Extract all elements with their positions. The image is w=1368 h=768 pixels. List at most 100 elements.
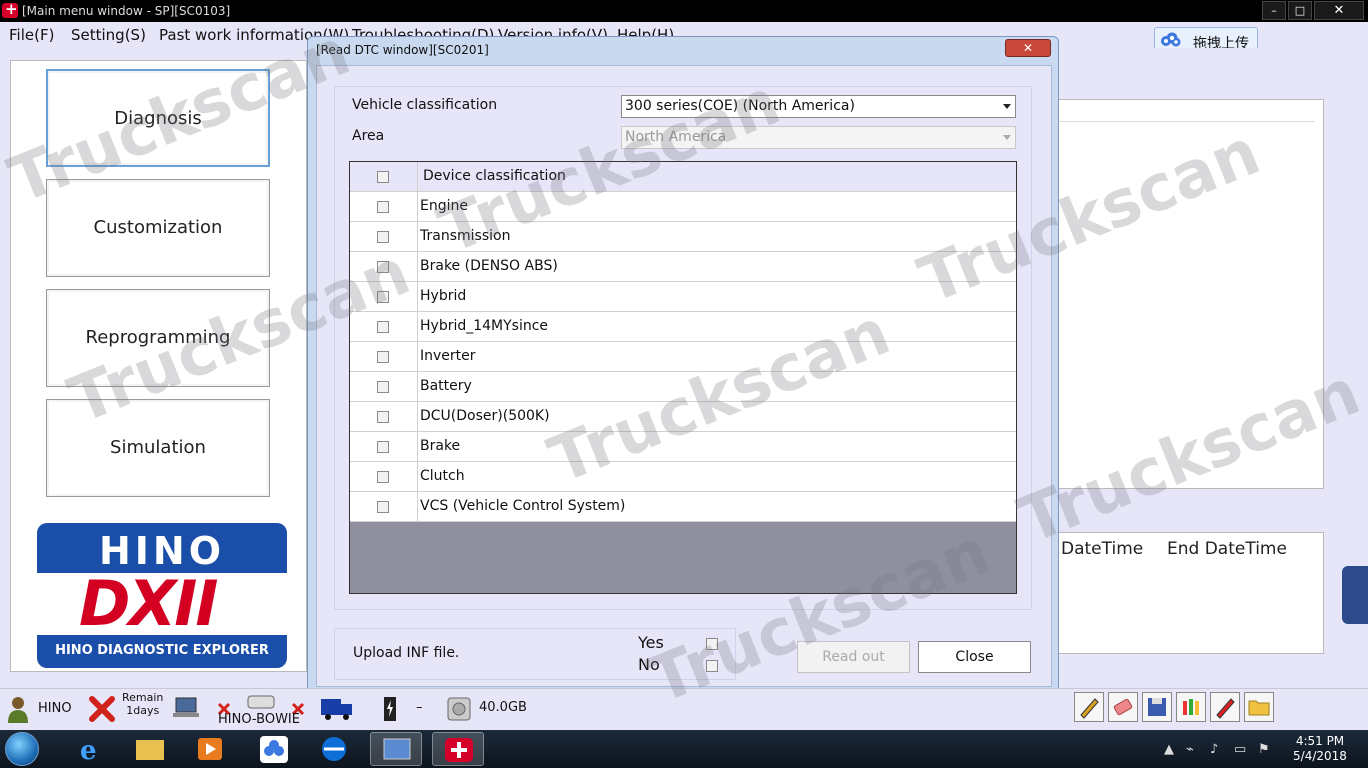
- col-start-datetime: DateTime: [1061, 539, 1144, 559]
- minimize-button[interactable]: –: [1262, 1, 1286, 20]
- device-checkbox[interactable]: [377, 381, 389, 393]
- close-window-button[interactable]: ✕: [1314, 1, 1364, 20]
- device-name-cell: Clutch: [420, 468, 465, 484]
- highlighter-button[interactable]: [1176, 692, 1206, 722]
- device-name-cell: Battery: [420, 378, 472, 394]
- marker-icon: [1216, 698, 1235, 719]
- device-checkbox[interactable]: [377, 201, 389, 213]
- pen-tool-button[interactable]: [1074, 692, 1104, 722]
- main-title-bar: [Main menu window - SP][SC0103] – □ ✕: [0, 0, 1368, 22]
- taskbar-control-panel[interactable]: [370, 732, 422, 766]
- close-button[interactable]: Close: [918, 641, 1031, 673]
- disk-space: 40.0GB: [479, 700, 527, 715]
- device-checkbox[interactable]: [377, 411, 389, 423]
- taskbar-internet-explorer[interactable]: e: [64, 732, 116, 766]
- taskbar-media-player[interactable]: [184, 732, 236, 766]
- taskbar-cloud-app[interactable]: [248, 732, 300, 766]
- device-name-cell: Engine: [420, 198, 468, 214]
- customization-button[interactable]: Customization: [46, 179, 270, 277]
- device-name-cell: Inverter: [420, 348, 476, 364]
- device-checkbox[interactable]: [377, 261, 389, 273]
- user-icon: [8, 697, 28, 723]
- column-separator: [417, 402, 418, 432]
- hino-app-icon: [445, 738, 473, 762]
- taskbar-file-explorer[interactable]: [124, 732, 176, 766]
- tray-flag-icon[interactable]: ⚑: [1258, 742, 1270, 757]
- taskbar-hino-dx2[interactable]: [432, 732, 484, 766]
- maximize-button[interactable]: □: [1288, 1, 1312, 20]
- table-row[interactable]: Engine: [350, 192, 1016, 222]
- highlighter-icon: [1183, 699, 1199, 715]
- device-name-cell: Brake (DENSO ABS): [420, 258, 558, 274]
- device-classification-table: Device classification Engine Transmission…: [349, 161, 1017, 594]
- device-checkbox[interactable]: [377, 291, 389, 303]
- dialog-close-x-button[interactable]: ✕: [1005, 39, 1051, 57]
- table-row[interactable]: DCU(Doser)(500K): [350, 402, 1016, 432]
- table-row[interactable]: Inverter: [350, 342, 1016, 372]
- table-row[interactable]: Hybrid_14MYsince: [350, 312, 1016, 342]
- dialog-body: Vehicle classification 300 series(COE) (…: [316, 65, 1052, 687]
- device-name-cell: Transmission: [420, 228, 511, 244]
- table-row[interactable]: Battery: [350, 372, 1016, 402]
- control-panel-icon: [383, 738, 411, 760]
- reprogramming-button[interactable]: Reprogramming: [46, 289, 270, 387]
- side-tab-handle[interactable]: [1342, 566, 1368, 624]
- device-checkbox[interactable]: [377, 231, 389, 243]
- taskbar-teamviewer[interactable]: [308, 732, 360, 766]
- no-checkbox[interactable]: [706, 660, 718, 672]
- remain-days: Remain 1days: [122, 691, 163, 717]
- select-all-checkbox[interactable]: [377, 171, 389, 183]
- open-folder-button[interactable]: [1244, 692, 1274, 722]
- device-checkbox[interactable]: [377, 441, 389, 453]
- tray-network-icon[interactable]: ▭: [1234, 742, 1246, 757]
- remain-line1: Remain: [122, 691, 164, 704]
- col-end-datetime: End DateTime: [1167, 539, 1287, 559]
- start-button[interactable]: [5, 732, 39, 766]
- right-panel-header: [1059, 100, 1315, 122]
- table-row[interactable]: Brake (DENSO ABS): [350, 252, 1016, 282]
- tray-usb-icon[interactable]: ⌁: [1186, 742, 1194, 757]
- pen-icon: [1080, 698, 1099, 719]
- menu-setting[interactable]: Setting(S): [71, 26, 146, 44]
- device-checkbox[interactable]: [377, 501, 389, 513]
- column-separator: [417, 282, 418, 312]
- column-separator: [417, 192, 418, 222]
- device-name-cell: Brake: [420, 438, 461, 454]
- system-clock[interactable]: 4:51 PM 5/4/2018: [1282, 734, 1358, 764]
- yes-checkbox[interactable]: [706, 638, 718, 650]
- logo-caption: HINO DIAGNOSTIC EXPLORER: [55, 643, 269, 658]
- eraser-button[interactable]: [1108, 692, 1138, 722]
- device-checkbox[interactable]: [377, 471, 389, 483]
- tray-volume-icon[interactable]: ♪: [1210, 742, 1218, 757]
- menu-file[interactable]: File(F): [9, 26, 54, 44]
- area-label: Area: [352, 128, 385, 144]
- yes-label: Yes: [638, 633, 664, 652]
- marker-button[interactable]: [1210, 692, 1240, 722]
- table-row[interactable]: VCS (Vehicle Control System): [350, 492, 1016, 522]
- column-separator: [417, 462, 418, 492]
- device-checkbox[interactable]: [377, 351, 389, 363]
- vehicle-classification-select[interactable]: 300 series(COE) (North America): [621, 95, 1016, 118]
- no-label: No: [638, 655, 660, 674]
- remain-line2: 1days: [126, 704, 160, 717]
- diagnosis-button[interactable]: Diagnosis: [46, 69, 270, 167]
- area-value: North America: [625, 129, 727, 145]
- area-select: North America: [621, 126, 1016, 149]
- device-name-cell: VCS (Vehicle Control System): [420, 498, 626, 514]
- dropdown-arrow-icon: [1003, 104, 1011, 109]
- save-button[interactable]: [1142, 692, 1172, 722]
- read-out-button[interactable]: Read out: [797, 641, 910, 673]
- internet-explorer-icon: e: [80, 736, 97, 766]
- tray-expand-icon[interactable]: ▲: [1164, 742, 1174, 757]
- dropdown-arrow-icon: [1003, 135, 1011, 140]
- simulation-button[interactable]: Simulation: [46, 399, 270, 497]
- table-row[interactable]: Transmission: [350, 222, 1016, 252]
- clock-time: 4:51 PM: [1295, 734, 1345, 748]
- table-row[interactable]: Brake: [350, 432, 1016, 462]
- table-row[interactable]: Hybrid: [350, 282, 1016, 312]
- folder-icon: [136, 740, 164, 760]
- vehicle-classification-label: Vehicle classification: [352, 97, 498, 113]
- truck-icon: [321, 699, 352, 720]
- device-checkbox[interactable]: [377, 321, 389, 333]
- table-row[interactable]: Clutch: [350, 462, 1016, 492]
